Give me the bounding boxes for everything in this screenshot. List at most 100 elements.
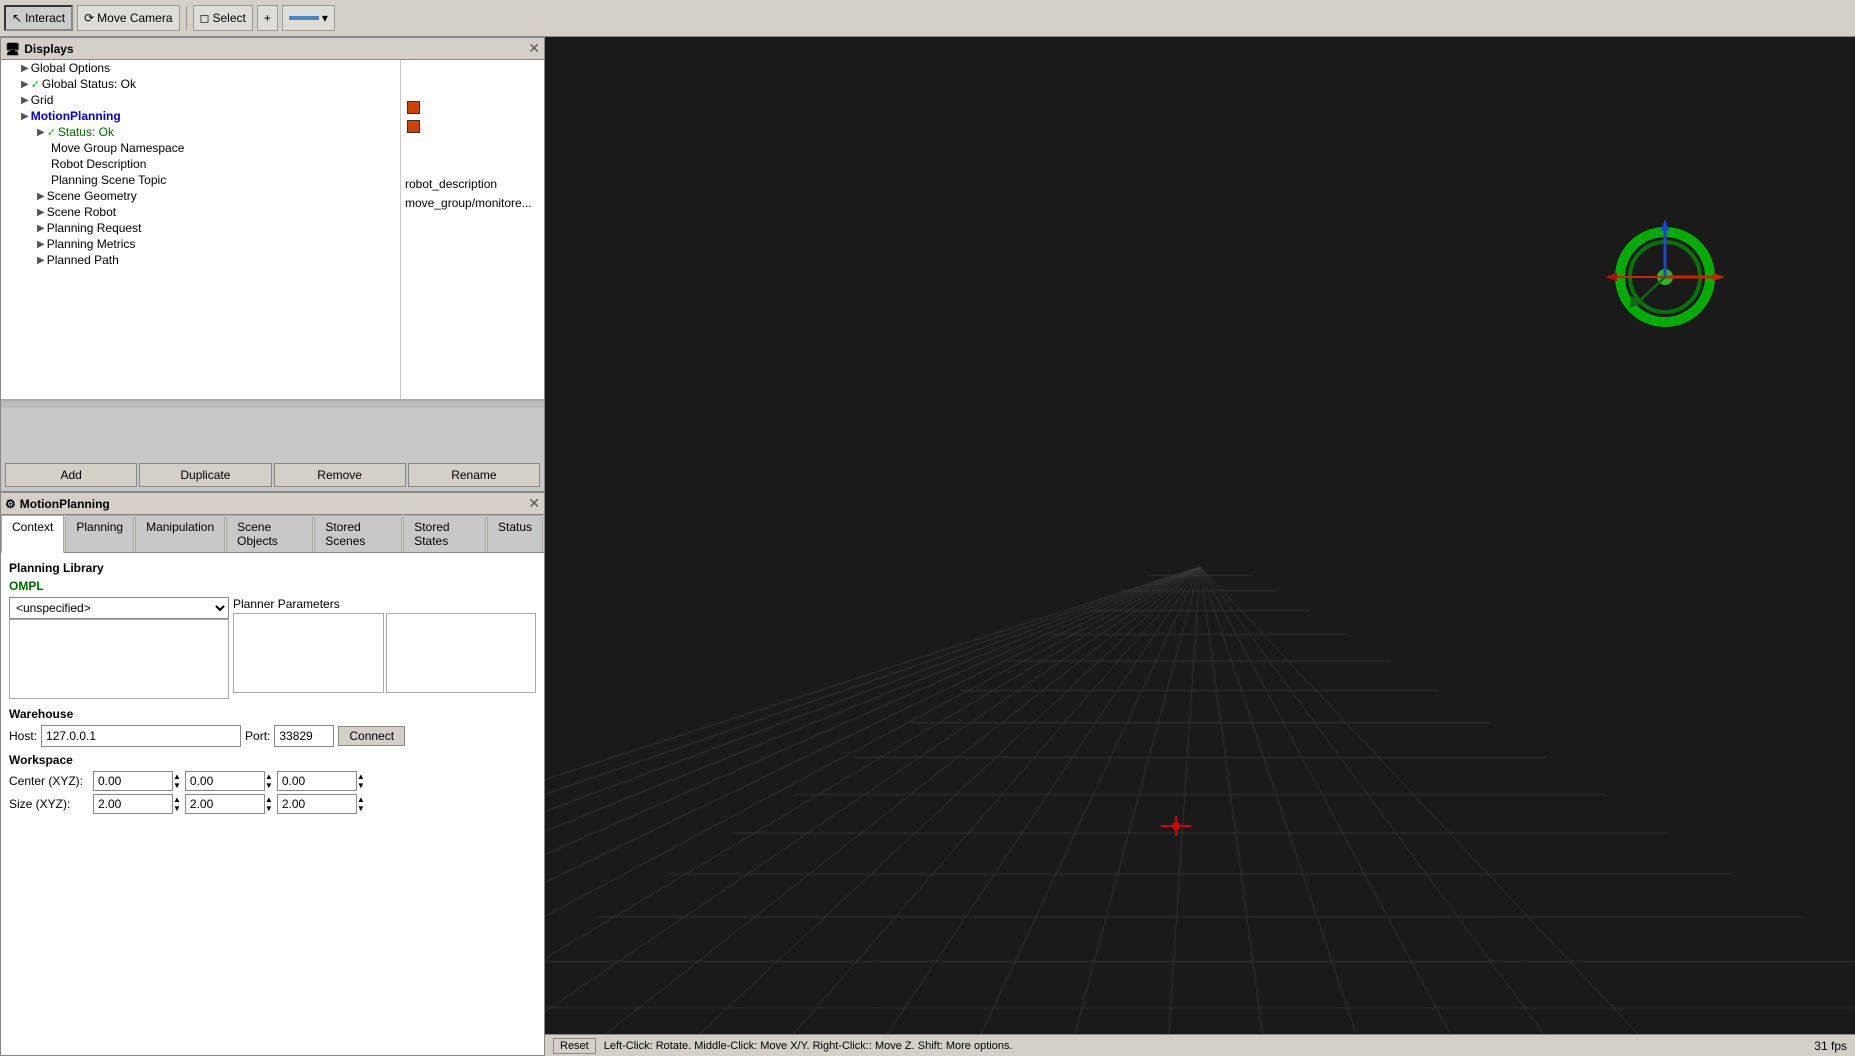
item-label: Scene Geometry	[47, 189, 137, 203]
tree-item-planned-path[interactable]: ▶ Planned Path	[1, 252, 400, 268]
tab-stored-states[interactable]: Stored States	[403, 515, 486, 552]
reset-button[interactable]: Reset	[553, 1038, 596, 1054]
motion-planning-checkbox[interactable]	[407, 120, 420, 133]
left-panel: 🖥 Displays ✕ ▶ Global Options ▶ ✓	[0, 37, 545, 1056]
fps-badge: 31 fps	[1814, 1039, 1847, 1053]
arrow-button[interactable]: ▾	[282, 5, 335, 31]
size-x-input[interactable]	[93, 794, 173, 814]
tab-scene-objects[interactable]: Scene Objects	[226, 515, 313, 552]
up-arrow[interactable]: ▲	[265, 795, 273, 804]
up-arrow[interactable]: ▲	[173, 795, 181, 804]
center-z-wrapper: ▲ ▼	[277, 771, 365, 791]
3d-viewport[interactable]: Reset Left-Click: Rotate. Middle-Click: …	[545, 37, 1855, 1056]
displays-header: 🖥 Displays ✕	[1, 38, 544, 60]
port-input[interactable]	[274, 725, 334, 747]
tree-item-global-status[interactable]: ▶ ✓ Global Status: Ok	[1, 76, 400, 92]
remove-button[interactable]: Remove	[274, 463, 406, 487]
size-z-input[interactable]	[277, 794, 357, 814]
context-tab-content: Planning Library OMPL <unspecified> Plan…	[1, 553, 544, 1055]
down-arrow[interactable]: ▼	[265, 781, 273, 790]
center-xyz-row: Center (XYZ): ▲ ▼ ▲ ▼	[9, 771, 536, 791]
toolbar-separator	[186, 6, 187, 30]
plus-label: +	[264, 11, 271, 25]
robot-marker	[1161, 816, 1191, 836]
up-arrow[interactable]: ▲	[173, 772, 181, 781]
center-x-input[interactable]	[93, 771, 173, 791]
robot-desc-value: robot_description	[401, 176, 501, 192]
motion-icon: ⚙	[5, 497, 16, 511]
expand-arrow: ▶	[21, 111, 29, 122]
up-arrow[interactable]: ▲	[265, 772, 273, 781]
down-arrow[interactable]: ▼	[173, 781, 181, 790]
ompl-label: OMPL	[9, 579, 536, 593]
duplicate-button[interactable]: Duplicate	[139, 463, 271, 487]
motion-panel-header: ⚙ MotionPlanning ✕	[1, 493, 544, 515]
host-label: Host:	[9, 729, 37, 743]
tab-status[interactable]: Status	[487, 515, 543, 552]
warehouse-section: Warehouse Host: Port: Connect	[9, 707, 536, 747]
item-label: Status: Ok	[58, 125, 114, 139]
tree-item-status-ok[interactable]: ▶ ✓ Status: Ok	[1, 124, 400, 140]
planner-params-label: Planner Parameters	[233, 597, 536, 611]
motion-panel-title: ⚙ MotionPlanning	[5, 497, 110, 511]
tree-right-values: robot_description move_group/monitore...	[401, 60, 544, 399]
down-arrow[interactable]: ▼	[357, 781, 365, 790]
size-y-input[interactable]	[185, 794, 265, 814]
tab-planning[interactable]: Planning	[65, 515, 134, 552]
down-arrow[interactable]: ▼	[173, 804, 181, 813]
down-arrow[interactable]: ▼	[265, 804, 273, 813]
expand-arrow: ▶	[21, 63, 29, 74]
tree-item-planning-scene[interactable]: Planning Scene Topic	[1, 172, 400, 188]
center-y-input[interactable]	[185, 771, 265, 791]
tree-item-robot-desc[interactable]: Robot Description	[1, 156, 400, 172]
select-icon: ◻	[200, 11, 210, 25]
down-arrow[interactable]: ▼	[357, 804, 365, 813]
check-icon: ✓	[31, 78, 40, 91]
scroll-divider[interactable]	[1, 400, 544, 408]
port-label: Port:	[245, 729, 270, 743]
tree-item-planning-request[interactable]: ▶ Planning Request	[1, 220, 400, 236]
tree-item-global-options[interactable]: ▶ Global Options	[1, 60, 400, 76]
tree-item-grid[interactable]: ▶ Grid	[1, 92, 400, 108]
tree-item-move-group-ns[interactable]: Move Group Namespace	[1, 140, 400, 156]
motion-panel-title-text: MotionPlanning	[20, 497, 110, 511]
params-left-box[interactable]	[233, 613, 384, 693]
center-z-input[interactable]	[277, 771, 357, 791]
add-button[interactable]: Add	[5, 463, 137, 487]
params-right-box[interactable]	[386, 613, 537, 693]
tree-item-planning-metrics[interactable]: ▶ Planning Metrics	[1, 236, 400, 252]
button-row: Add Duplicate Remove Rename	[1, 459, 544, 491]
up-arrow[interactable]: ▲	[357, 795, 365, 804]
displays-icon: 🖥	[5, 42, 20, 56]
motion-panel-close-icon[interactable]: ✕	[528, 495, 540, 512]
planner-left: <unspecified>	[9, 597, 229, 699]
grid-canvas	[545, 37, 1855, 1056]
host-input[interactable]	[41, 725, 241, 747]
tree-item-motion-planning[interactable]: ▶ MotionPlanning	[1, 108, 400, 124]
connect-button[interactable]: Connect	[338, 726, 405, 746]
tab-stored-scenes[interactable]: Stored Scenes	[314, 515, 402, 552]
motion-planning-panel: ⚙ MotionPlanning ✕ Context Planning Mani…	[0, 492, 545, 1056]
tab-manipulation[interactable]: Manipulation	[135, 515, 225, 552]
interact-button[interactable]: ↖ Interact	[4, 5, 73, 31]
planner-select[interactable]: <unspecified>	[9, 597, 229, 619]
displays-panel: 🖥 Displays ✕ ▶ Global Options ▶ ✓	[0, 37, 545, 492]
select-label: Select	[212, 11, 245, 25]
size-xyz-label: Size (XYZ):	[9, 797, 89, 811]
size-z-wrapper: ▲ ▼	[277, 794, 365, 814]
move-camera-button[interactable]: ⟳ Move Camera	[77, 5, 179, 31]
status-bar: Reset Left-Click: Rotate. Middle-Click: …	[545, 1034, 1855, 1056]
tree-item-scene-geometry[interactable]: ▶ Scene Geometry	[1, 188, 400, 204]
select-button[interactable]: ◻ Select	[193, 5, 253, 31]
displays-title: 🖥 Displays	[5, 42, 74, 56]
displays-close-icon[interactable]: ✕	[528, 40, 540, 57]
tab-context[interactable]: Context	[1, 515, 64, 553]
up-arrow[interactable]: ▲	[357, 772, 365, 781]
grid-checkbox[interactable]	[407, 101, 420, 114]
rename-button[interactable]: Rename	[408, 463, 540, 487]
tree-item-scene-robot[interactable]: ▶ Scene Robot	[1, 204, 400, 220]
planner-list-box[interactable]	[9, 619, 229, 699]
item-label: Global Status: Ok	[42, 77, 136, 91]
plus-button[interactable]: +	[257, 5, 278, 31]
size-xyz-row: Size (XYZ): ▲ ▼ ▲ ▼	[9, 794, 536, 814]
